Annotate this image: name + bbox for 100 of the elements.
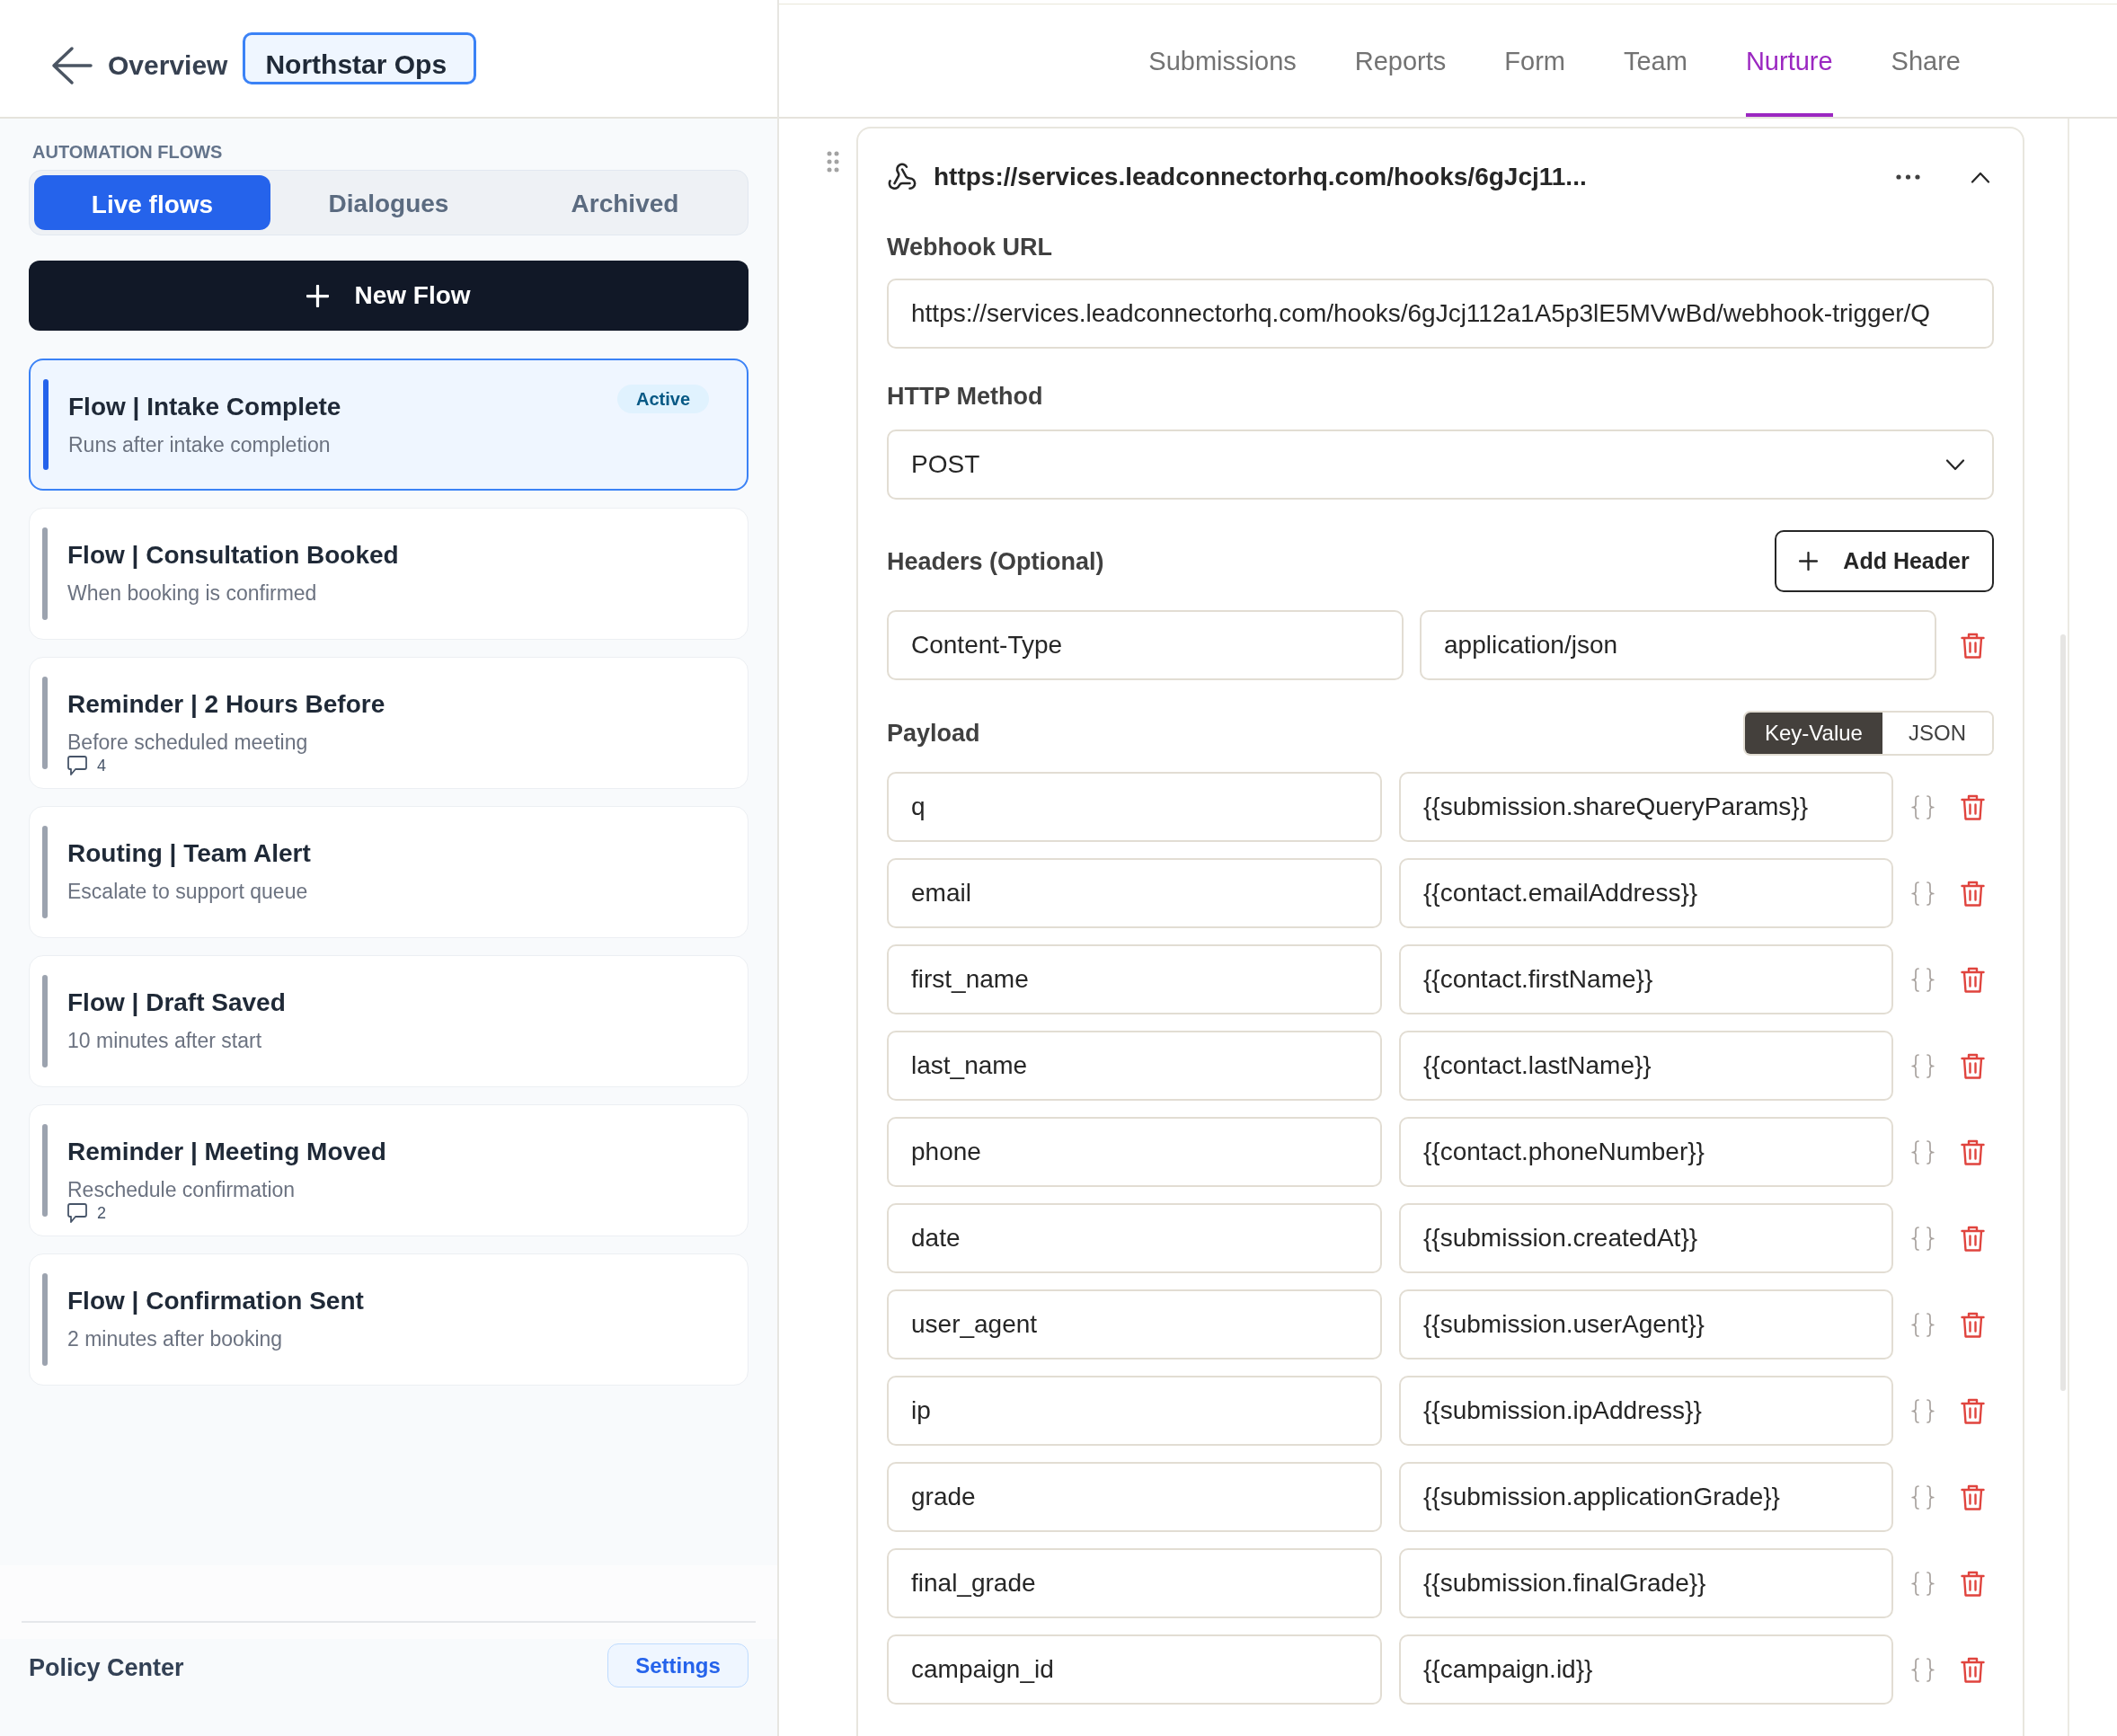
key-field[interactable]: first_name [887,944,1382,1014]
value-field[interactable]: {{contact.lastName}} [1399,1031,1893,1101]
url-field[interactable]: https://services.leadconnectorhq.com/hooks/6gJcj112a1A5p3lE5MVwBd/webhook-trigger/Q [887,279,1994,349]
flow-card[interactable]: Reminder | 2 Hours Before Before scheduled meeting 4 [29,657,748,789]
key-field[interactable]: user_agent [887,1289,1382,1360]
trash-icon[interactable] [1961,1656,1985,1683]
key-field[interactable]: final_grade [887,1548,1382,1618]
chevron-down-icon [1945,458,1965,471]
comment-count: 2 [97,1204,106,1222]
value-field[interactable]: {{submission.shareQueryParams}} [1399,772,1893,842]
value-field[interactable]: {{submission.createdAt}} [1399,1203,1893,1273]
chevron-up-icon[interactable] [1971,171,1990,183]
value-field[interactable]: {{submission.finalGrade}} [1399,1548,1893,1618]
settings-button[interactable]: Settings [607,1643,748,1687]
trash-icon[interactable] [1961,880,1985,907]
value-field[interactable]: {{contact.firstName}} [1399,944,1893,1014]
flow-title: Flow | Intake Complete [68,392,341,422]
trash-icon[interactable] [1961,1138,1985,1165]
filter-tab[interactable]: Dialogues [270,175,507,230]
trash-icon[interactable] [1961,1052,1985,1079]
nav-tab[interactable]: Team [1624,10,1687,117]
filter-tab[interactable]: Live flows [34,175,270,230]
value-field[interactable]: {{submission.userAgent}} [1399,1289,1893,1360]
key-field[interactable]: ip [887,1376,1382,1446]
status-badge: Active [616,385,709,413]
value-field[interactable]: {{campaign.id}} [1399,1634,1893,1705]
braces-icon[interactable] [1911,1312,1935,1337]
key-field[interactable]: q [887,772,1382,842]
webhook-icon [887,162,917,192]
flow-title: Routing | Team Alert [67,838,311,869]
header-key-field[interactable]: Content-Type [887,610,1404,680]
trash-icon[interactable] [1961,1397,1985,1424]
flow-description: Before scheduled meeting [67,730,308,755]
nav-tab[interactable]: Reports [1354,10,1447,117]
trash-icon[interactable] [1961,1311,1985,1338]
key-field[interactable]: phone [887,1117,1382,1187]
more-icon[interactable] [1896,174,1920,180]
flow-card[interactable]: Flow | Consultation Booked When booking is confirmed [29,508,748,640]
value-field[interactable]: {{submission.ipAddress}} [1399,1376,1893,1446]
plus-icon [306,284,330,307]
filter-tab[interactable]: Archived [507,175,743,230]
trash-icon[interactable] [1961,1570,1985,1597]
nav-tab[interactable]: Nurture [1745,10,1833,117]
flow-card[interactable]: Flow | Confirmation Sent 2 minutes after booking [29,1253,748,1386]
trash-icon[interactable] [1961,1484,1985,1510]
braces-icon[interactable] [1911,1226,1935,1251]
webhook-title: https://services.leadconnectorhq.com/hooks/6gJcj11... [934,162,1588,192]
flow-description: 2 minutes after booking [67,1326,283,1351]
key-field[interactable]: date [887,1203,1382,1273]
flow-description: Runs after intake completion [68,432,331,457]
drag-handle-icon[interactable] [827,151,839,173]
braces-icon[interactable] [1911,1484,1935,1510]
flow-title: Reminder | 2 Hours Before [67,689,385,720]
braces-icon[interactable] [1911,794,1935,819]
trash-icon[interactable] [1961,1225,1985,1252]
braces-icon[interactable] [1911,1139,1935,1165]
key-field[interactable]: last_name [887,1031,1382,1101]
flow-card[interactable]: Flow | Draft Saved 10 minutes after start [29,955,748,1087]
value-field[interactable]: {{contact.phoneNumber}} [1399,1117,1893,1187]
flow-card[interactable]: Reminder | Meeting Moved Reschedule confirmation 2 [29,1104,748,1236]
braces-icon[interactable] [1911,1571,1935,1596]
flow-title: Flow | Confirmation Sent [67,1286,364,1316]
header-value-field[interactable]: application/json [1420,610,1936,680]
flow-title: Flow | Draft Saved [67,988,286,1018]
flow-card[interactable]: Routing | Team Alert Escalate to support queue [29,806,748,938]
key-field[interactable]: grade [887,1462,1382,1532]
comment-icon [67,756,87,775]
nav-tab[interactable]: Form [1504,10,1565,117]
braces-icon[interactable] [1911,881,1935,906]
braces-icon[interactable] [1911,967,1935,992]
braces-icon[interactable] [1911,1398,1935,1423]
flow-description: Escalate to support queue [67,879,308,904]
field-label: Webhook URL [887,233,1052,261]
scrollbar[interactable] [2060,634,2066,1391]
new-flow-button[interactable]: New Flow [29,261,748,331]
trash-icon[interactable] [1961,793,1985,820]
back-button[interactable]: Overview [51,46,228,85]
flow-description: 10 minutes after start [67,1028,262,1053]
nav-tab[interactable]: Share [1891,10,1961,117]
add-header-button[interactable]: Add Header [1775,530,1994,592]
mode-option[interactable]: Key-Value [1745,713,1882,754]
field-label: HTTP Method [887,382,1043,411]
flow-description: Reschedule confirmation [67,1177,296,1202]
flow-description: When booking is confirmed [67,580,317,606]
method-select[interactable]: POST [887,430,1994,500]
footer-title: Policy Center [29,1653,184,1682]
nav-tab[interactable]: Submissions [1148,10,1297,117]
trash-icon[interactable] [1961,966,1985,993]
trash-icon[interactable] [1961,632,1985,659]
flow-card[interactable]: Flow | Intake Complete Active Runs after intake completion [29,359,748,491]
key-field[interactable]: email [887,858,1382,928]
value-field[interactable]: {{contact.emailAddress}} [1399,858,1893,928]
braces-icon[interactable] [1911,1053,1935,1078]
value-field[interactable]: {{submission.applicationGrade}} [1399,1462,1893,1532]
flow-title: Reminder | Meeting Moved [67,1137,386,1167]
flow-title: Flow | Consultation Booked [67,540,399,571]
braces-icon[interactable] [1911,1657,1935,1682]
plus-icon [1799,552,1819,571]
project-name-field[interactable]: Northstar Ops [243,32,477,84]
key-field[interactable]: campaign_id [887,1634,1382,1705]
